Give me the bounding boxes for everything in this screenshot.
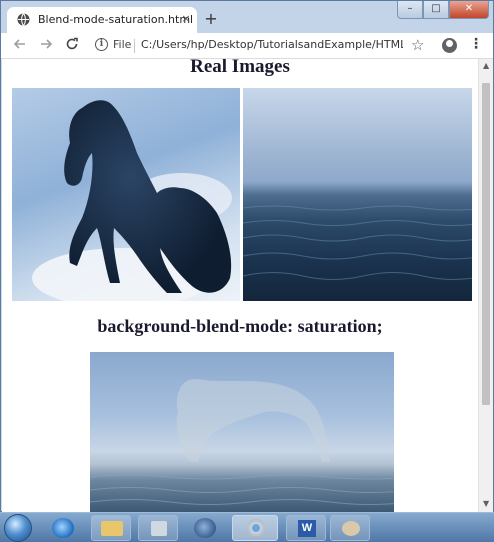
- blended-image: [90, 352, 394, 512]
- heading-real-images: Real Images: [190, 59, 290, 77]
- taskbar: W: [0, 512, 494, 542]
- file-scheme-label: File: [113, 38, 132, 51]
- scroll-up-arrow-icon[interactable]: ▲: [483, 61, 489, 70]
- arrow-left-icon: [13, 39, 25, 49]
- start-orb-icon[interactable]: [4, 514, 32, 542]
- toolbar: i File C:/Users/hp/Desktop/TutorialsandE…: [1, 33, 493, 59]
- blended-horse-overlay: [90, 378, 394, 505]
- close-window-button[interactable]: ✕: [449, 1, 489, 19]
- vertical-scrollbar[interactable]: ▲ ▼: [478, 59, 493, 512]
- horse-silhouette: [32, 100, 232, 301]
- kebab-menu-icon[interactable]: ⋮: [469, 36, 483, 52]
- star-icon[interactable]: ☆: [411, 36, 424, 54]
- browser-window: Blend-mode-saturation.html × + – □ ✕ i F…: [0, 0, 494, 512]
- scroll-down-arrow-icon[interactable]: ▼: [483, 499, 489, 508]
- tab-title: Blend-mode-saturation.html: [38, 13, 194, 26]
- media-player-icon[interactable]: [138, 515, 178, 541]
- scroll-thumb[interactable]: [482, 83, 490, 405]
- internet-explorer-icon[interactable]: [52, 518, 74, 538]
- sea-waves: [243, 205, 472, 280]
- reload-icon: [66, 37, 78, 50]
- arrow-right-icon: [41, 39, 53, 49]
- tab-close-button[interactable]: ×: [179, 12, 193, 26]
- page-viewport: Real Images background-blend-mode: satur…: [2, 59, 478, 512]
- address-separator: [134, 39, 135, 53]
- word-icon[interactable]: W: [286, 515, 326, 541]
- info-icon[interactable]: i: [95, 38, 108, 51]
- paint-icon[interactable]: [330, 515, 370, 541]
- file-explorer-icon[interactable]: [91, 515, 131, 541]
- forward-button[interactable]: [37, 37, 55, 55]
- sea-image: [243, 88, 472, 301]
- browser-tab[interactable]: Blend-mode-saturation.html ×: [7, 7, 197, 33]
- globe-icon: [17, 13, 30, 26]
- tab-strip: Blend-mode-saturation.html × + – □ ✕: [1, 1, 493, 33]
- firefox-icon[interactable]: [194, 518, 216, 538]
- new-tab-button[interactable]: +: [202, 10, 220, 28]
- maximize-button[interactable]: □: [423, 1, 449, 19]
- reload-button[interactable]: [63, 37, 81, 55]
- chrome-icon[interactable]: [232, 515, 278, 541]
- window-controls: – □ ✕: [397, 1, 489, 21]
- account-icon[interactable]: [442, 38, 457, 53]
- heading-blend-mode: background-blend-mode: saturation;: [97, 316, 383, 336]
- horse-image: [12, 88, 240, 301]
- minimize-button[interactable]: –: [397, 1, 423, 19]
- back-button[interactable]: [11, 37, 29, 55]
- address-bar[interactable]: C:/Users/hp/Desktop/TutorialsandExample/…: [141, 38, 403, 51]
